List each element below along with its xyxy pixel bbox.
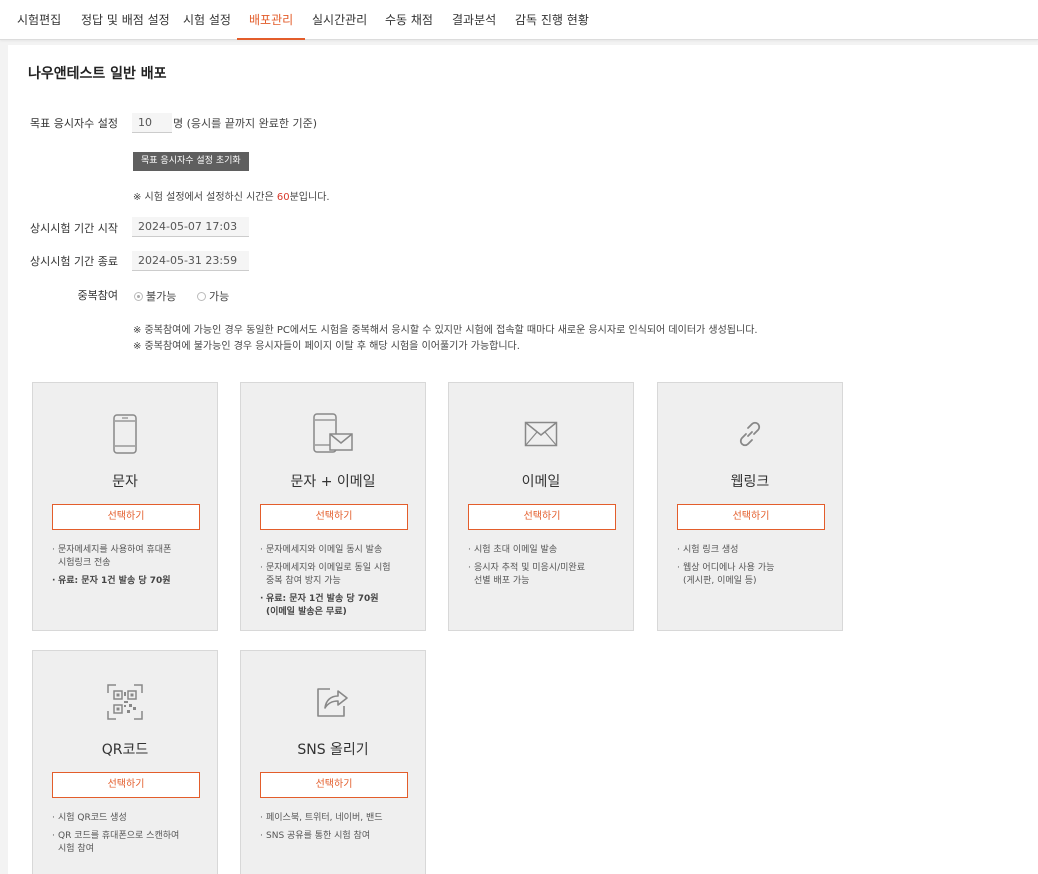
bullet-item: 응시자 추적 및 미응시/미완료 선별 배포 가능 (468, 562, 628, 588)
card-bullets: 문자메세지와 이메일 동시 발송 문자메세지와 이메일로 동일 시험 중복 참여… (260, 544, 420, 624)
reset-target-button[interactable]: 목표 응시자수 설정 초기화 (133, 152, 249, 171)
period-end-input[interactable]: 2024-05-31 23:59 (132, 251, 249, 271)
phone-mail-icon (241, 411, 425, 457)
target-count-suffix: 명 (응시를 끝까지 완료한 기준) (173, 117, 318, 130)
card-qr-code: QR코드 선택하기 시험 QR코드 생성 QR 코드를 휴대폰으로 스캔하여 시… (32, 650, 218, 874)
time-note: ※ 시험 설정에서 설정하신 시간은 60분입니다. (133, 192, 330, 203)
time-limit-value: 60 (276, 192, 290, 203)
radio-duplicate-yes[interactable]: 가능 (197, 288, 229, 304)
select-weblink-button[interactable]: 선택하기 (677, 504, 825, 530)
select-qr-code-button[interactable]: 선택하기 (52, 772, 200, 798)
bullet-item: 시험 링크 생성 (677, 544, 837, 557)
card-bullets: 시험 초대 이메일 발송 응시자 추적 및 미응시/미완료 선별 배포 가능 (468, 544, 628, 593)
period-start-input[interactable]: 2024-05-07 17:03 (132, 217, 249, 237)
duplicate-note-2: ※ 중복참여에 불가능인 경우 응시자들이 페이지 이탈 후 해당 시험을 이어… (133, 341, 520, 352)
card-bullets: 페이스북, 트위터, 네이버, 밴드 SNS 공유를 통한 시험 참여 (260, 812, 420, 848)
tab-proctor-status[interactable]: 감독 진행 현황 (515, 0, 589, 40)
period-end-label: 상시시험 기간 종료 (30, 255, 118, 268)
card-bullets: 시험 QR코드 생성 QR 코드를 휴대폰으로 스캔하여 시험 참여 (52, 812, 212, 861)
page-title: 나우앤테스트 일반 배포 (28, 66, 167, 82)
card-title: 이메일 (521, 474, 561, 490)
top-navigation: 시험편집 정답 및 배점 설정 시험 설정 배포관리 실시간관리 수동 채점 결… (0, 0, 1038, 40)
duplicate-note-1: ※ 중복참여에 가능인 경우 동일한 PC에서도 시험을 중복해서 응시할 수 … (133, 325, 758, 336)
link-icon (658, 411, 842, 457)
card-weblink: 웹링크 선택하기 시험 링크 생성 웹상 어디에나 사용 가능 (게시판, 이메… (657, 382, 843, 631)
card-title: 문자 (112, 474, 138, 490)
select-sms-button[interactable]: 선택하기 (52, 504, 200, 530)
tab-exam-edit[interactable]: 시험편집 (17, 0, 61, 40)
select-email-button[interactable]: 선택하기 (468, 504, 616, 530)
card-title: QR코드 (101, 742, 149, 758)
card-bullets: 문자메세지를 사용하여 휴대폰 시험링크 전송 유료: 문자 1건 발송 당 7… (52, 544, 212, 593)
tab-answer-score-settings[interactable]: 정답 및 배점 설정 (81, 0, 170, 40)
bullet-item: 시험 초대 이메일 발송 (468, 544, 628, 557)
share-icon (241, 679, 425, 725)
select-sns-button[interactable]: 선택하기 (260, 772, 408, 798)
qr-code-icon (33, 679, 217, 725)
tab-manual-grading[interactable]: 수동 채점 (385, 0, 433, 40)
bullet-item: QR 코드를 휴대폰으로 스캔하여 시험 참여 (52, 830, 212, 856)
card-title: 웹링크 (730, 474, 770, 490)
card-title: 문자 + 이메일 (290, 474, 376, 490)
bullet-item: 문자메세지와 이메일로 동일 시험 중복 참여 방지 가능 (260, 562, 420, 588)
radio-duplicate-no[interactable]: 불가능 (134, 288, 176, 304)
card-sns: SNS 올리기 선택하기 페이스북, 트위터, 네이버, 밴드 SNS 공유를 … (240, 650, 426, 874)
bullet-item: 페이스북, 트위터, 네이버, 밴드 (260, 812, 420, 825)
card-email: 이메일 선택하기 시험 초대 이메일 발송 응시자 추적 및 미응시/미완료 선… (448, 382, 634, 631)
smartphone-icon (33, 411, 217, 457)
period-start-label: 상시시험 기간 시작 (30, 222, 118, 235)
tab-distribution[interactable]: 배포관리 (236, 0, 306, 40)
select-sms-email-button[interactable]: 선택하기 (260, 504, 408, 530)
bullet-item: SNS 공유를 통한 시험 참여 (260, 830, 420, 843)
radio-checked-icon (134, 292, 143, 301)
card-sms: 문자 선택하기 문자메세지를 사용하여 휴대폰 시험링크 전송 유료: 문자 1… (32, 382, 218, 631)
target-count-label: 목표 응시자수 설정 (30, 117, 118, 130)
duplicate-participation-label: 중복참여 (77, 289, 118, 302)
card-sms-email: 문자 + 이메일 선택하기 문자메세지와 이메일 동시 발송 문자메세지와 이메… (240, 382, 426, 631)
card-bullets: 시험 링크 생성 웹상 어디에나 사용 가능 (게시판, 이메일 등) (677, 544, 837, 593)
bullet-item: 문자메세지를 사용하여 휴대폰 시험링크 전송 (52, 544, 212, 570)
bullet-item: 문자메세지와 이메일 동시 발송 (260, 544, 420, 557)
bullet-item: 유료: 문자 1건 발송 당 70원 (52, 575, 212, 588)
card-title: SNS 올리기 (297, 742, 369, 758)
radio-unchecked-icon (197, 292, 206, 301)
tab-exam-settings[interactable]: 시험 설정 (183, 0, 231, 40)
bullet-item: 유료: 문자 1건 발송 당 70원 (이메일 발송은 무료) (260, 593, 420, 619)
bullet-item: 시험 QR코드 생성 (52, 812, 212, 825)
distribution-panel: 나우앤테스트 일반 배포 목표 응시자수 설정 10 명 (응시를 끝까지 완료… (8, 45, 1038, 874)
tab-realtime[interactable]: 실시간관리 (312, 0, 367, 40)
target-count-input[interactable]: 10 (132, 113, 172, 133)
tab-result-analysis[interactable]: 결과분석 (452, 0, 496, 40)
envelope-icon (449, 411, 633, 457)
bullet-item: 웹상 어디에나 사용 가능 (게시판, 이메일 등) (677, 562, 837, 588)
